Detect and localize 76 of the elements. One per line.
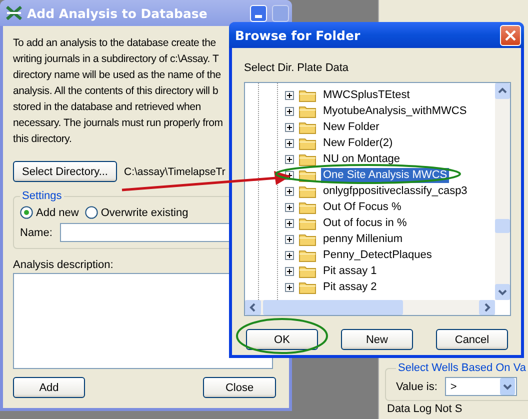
scroll-right-icon xyxy=(479,300,495,315)
expand-icon[interactable] xyxy=(285,234,294,244)
scroll-left-icon xyxy=(245,300,261,315)
close-button[interactable] xyxy=(500,24,521,46)
intro-text: writing journals in a subdirectory of c:\Assay. T xyxy=(13,52,219,67)
expand-icon[interactable] xyxy=(285,202,294,212)
folder-item[interactable]: One Site Analysis MWCS xyxy=(321,168,450,182)
radio-option[interactable]: Add new xyxy=(20,206,79,219)
folder-item[interactable]: penny Millenium xyxy=(321,232,404,246)
description-label: Analysis description: xyxy=(13,259,114,271)
window-title: Add Analysis to Database xyxy=(27,6,208,20)
folder-item[interactable]: New Folder xyxy=(321,120,382,134)
minimize-icon xyxy=(255,14,262,18)
folder-item[interactable]: Pit assay 2 xyxy=(321,280,379,294)
expand-icon[interactable] xyxy=(285,186,294,196)
folder-icon xyxy=(299,232,316,246)
app-icon xyxy=(6,6,22,20)
folder-item[interactable]: Pit assay 1 xyxy=(321,264,379,278)
group-label: Select Wells Based On Va xyxy=(396,362,528,374)
scroll-thumb[interactable] xyxy=(263,300,403,315)
folder-icon xyxy=(299,152,316,166)
directory-path: C:\assay\TimelapseTr xyxy=(124,166,226,178)
expand-icon[interactable] xyxy=(285,106,294,116)
expand-icon[interactable] xyxy=(285,266,294,276)
new-button[interactable]: New xyxy=(341,329,413,350)
scroll-down-icon xyxy=(495,284,510,300)
vertical-scrollbar[interactable] xyxy=(495,83,510,300)
section-label: Data Log Not S xyxy=(386,403,464,415)
value-dropdown[interactable]: > xyxy=(445,377,518,396)
minimize-button[interactable] xyxy=(250,4,267,22)
expand-icon[interactable] xyxy=(285,154,294,164)
expand-icon[interactable] xyxy=(285,122,294,132)
close-button[interactable]: Close xyxy=(203,377,276,398)
folder-item[interactable]: onlygfppositiveclassify_casp3 xyxy=(321,184,470,198)
value-label: Value is: xyxy=(396,380,438,392)
intro-text: this directory. xyxy=(13,132,72,147)
folder-item[interactable]: MWCSplusTEtest xyxy=(321,88,412,102)
group-label: Settings xyxy=(20,190,64,202)
add-button[interactable]: Add xyxy=(13,377,85,398)
folder-icon xyxy=(299,200,316,214)
folder-icon xyxy=(299,88,316,102)
folder-icon xyxy=(299,104,316,118)
folder-icon xyxy=(299,264,316,278)
name-label: Name: xyxy=(20,226,52,238)
scroll-up-icon xyxy=(495,83,510,99)
intro-text: stored in the database and retrieved when xyxy=(13,100,201,115)
folder-item[interactable]: MyotubeAnalysis_withMWCS xyxy=(321,104,469,118)
window-title: Browse for Folder xyxy=(235,28,362,42)
scroll-thumb[interactable] xyxy=(495,219,510,233)
ok-button[interactable]: OK xyxy=(246,329,318,350)
folder-item[interactable]: New Folder(2) xyxy=(321,136,395,150)
folder-icon xyxy=(299,216,316,230)
folder-item[interactable]: Out Of Focus % xyxy=(321,200,404,214)
horizontal-scrollbar[interactable] xyxy=(245,300,495,315)
folder-icon xyxy=(299,136,316,150)
expand-icon[interactable] xyxy=(285,90,294,100)
folder-icon xyxy=(299,120,316,134)
expand-icon[interactable] xyxy=(285,138,294,148)
intro-text: analysis. All the contents of this directory will b xyxy=(13,84,218,99)
radio-option[interactable]: Overwrite existing xyxy=(84,206,188,219)
intro-text: To add an analysis to the database create the xyxy=(13,36,216,51)
folder-icon xyxy=(299,248,316,262)
cancel-button[interactable]: Cancel xyxy=(436,329,508,350)
folder-item[interactable]: Penny_DetectPlaques xyxy=(321,248,434,262)
expand-icon[interactable] xyxy=(285,218,294,228)
folder-item[interactable]: NU on Montage xyxy=(321,152,402,166)
expand-icon[interactable] xyxy=(285,282,294,292)
intro-text: directory name will be used as the name of the xyxy=(13,68,221,83)
folder-icon xyxy=(299,184,316,198)
expand-icon[interactable] xyxy=(285,250,294,260)
prompt-text: Select Dir. Plate Data xyxy=(244,62,349,74)
select-directory-button[interactable]: Select Directory... xyxy=(13,161,117,182)
folder-icon xyxy=(299,280,316,294)
close-icon xyxy=(505,30,516,40)
intro-text: necessary. The journals must run properly from xyxy=(13,116,223,131)
folder-item[interactable]: Out of focus in % xyxy=(321,216,409,230)
